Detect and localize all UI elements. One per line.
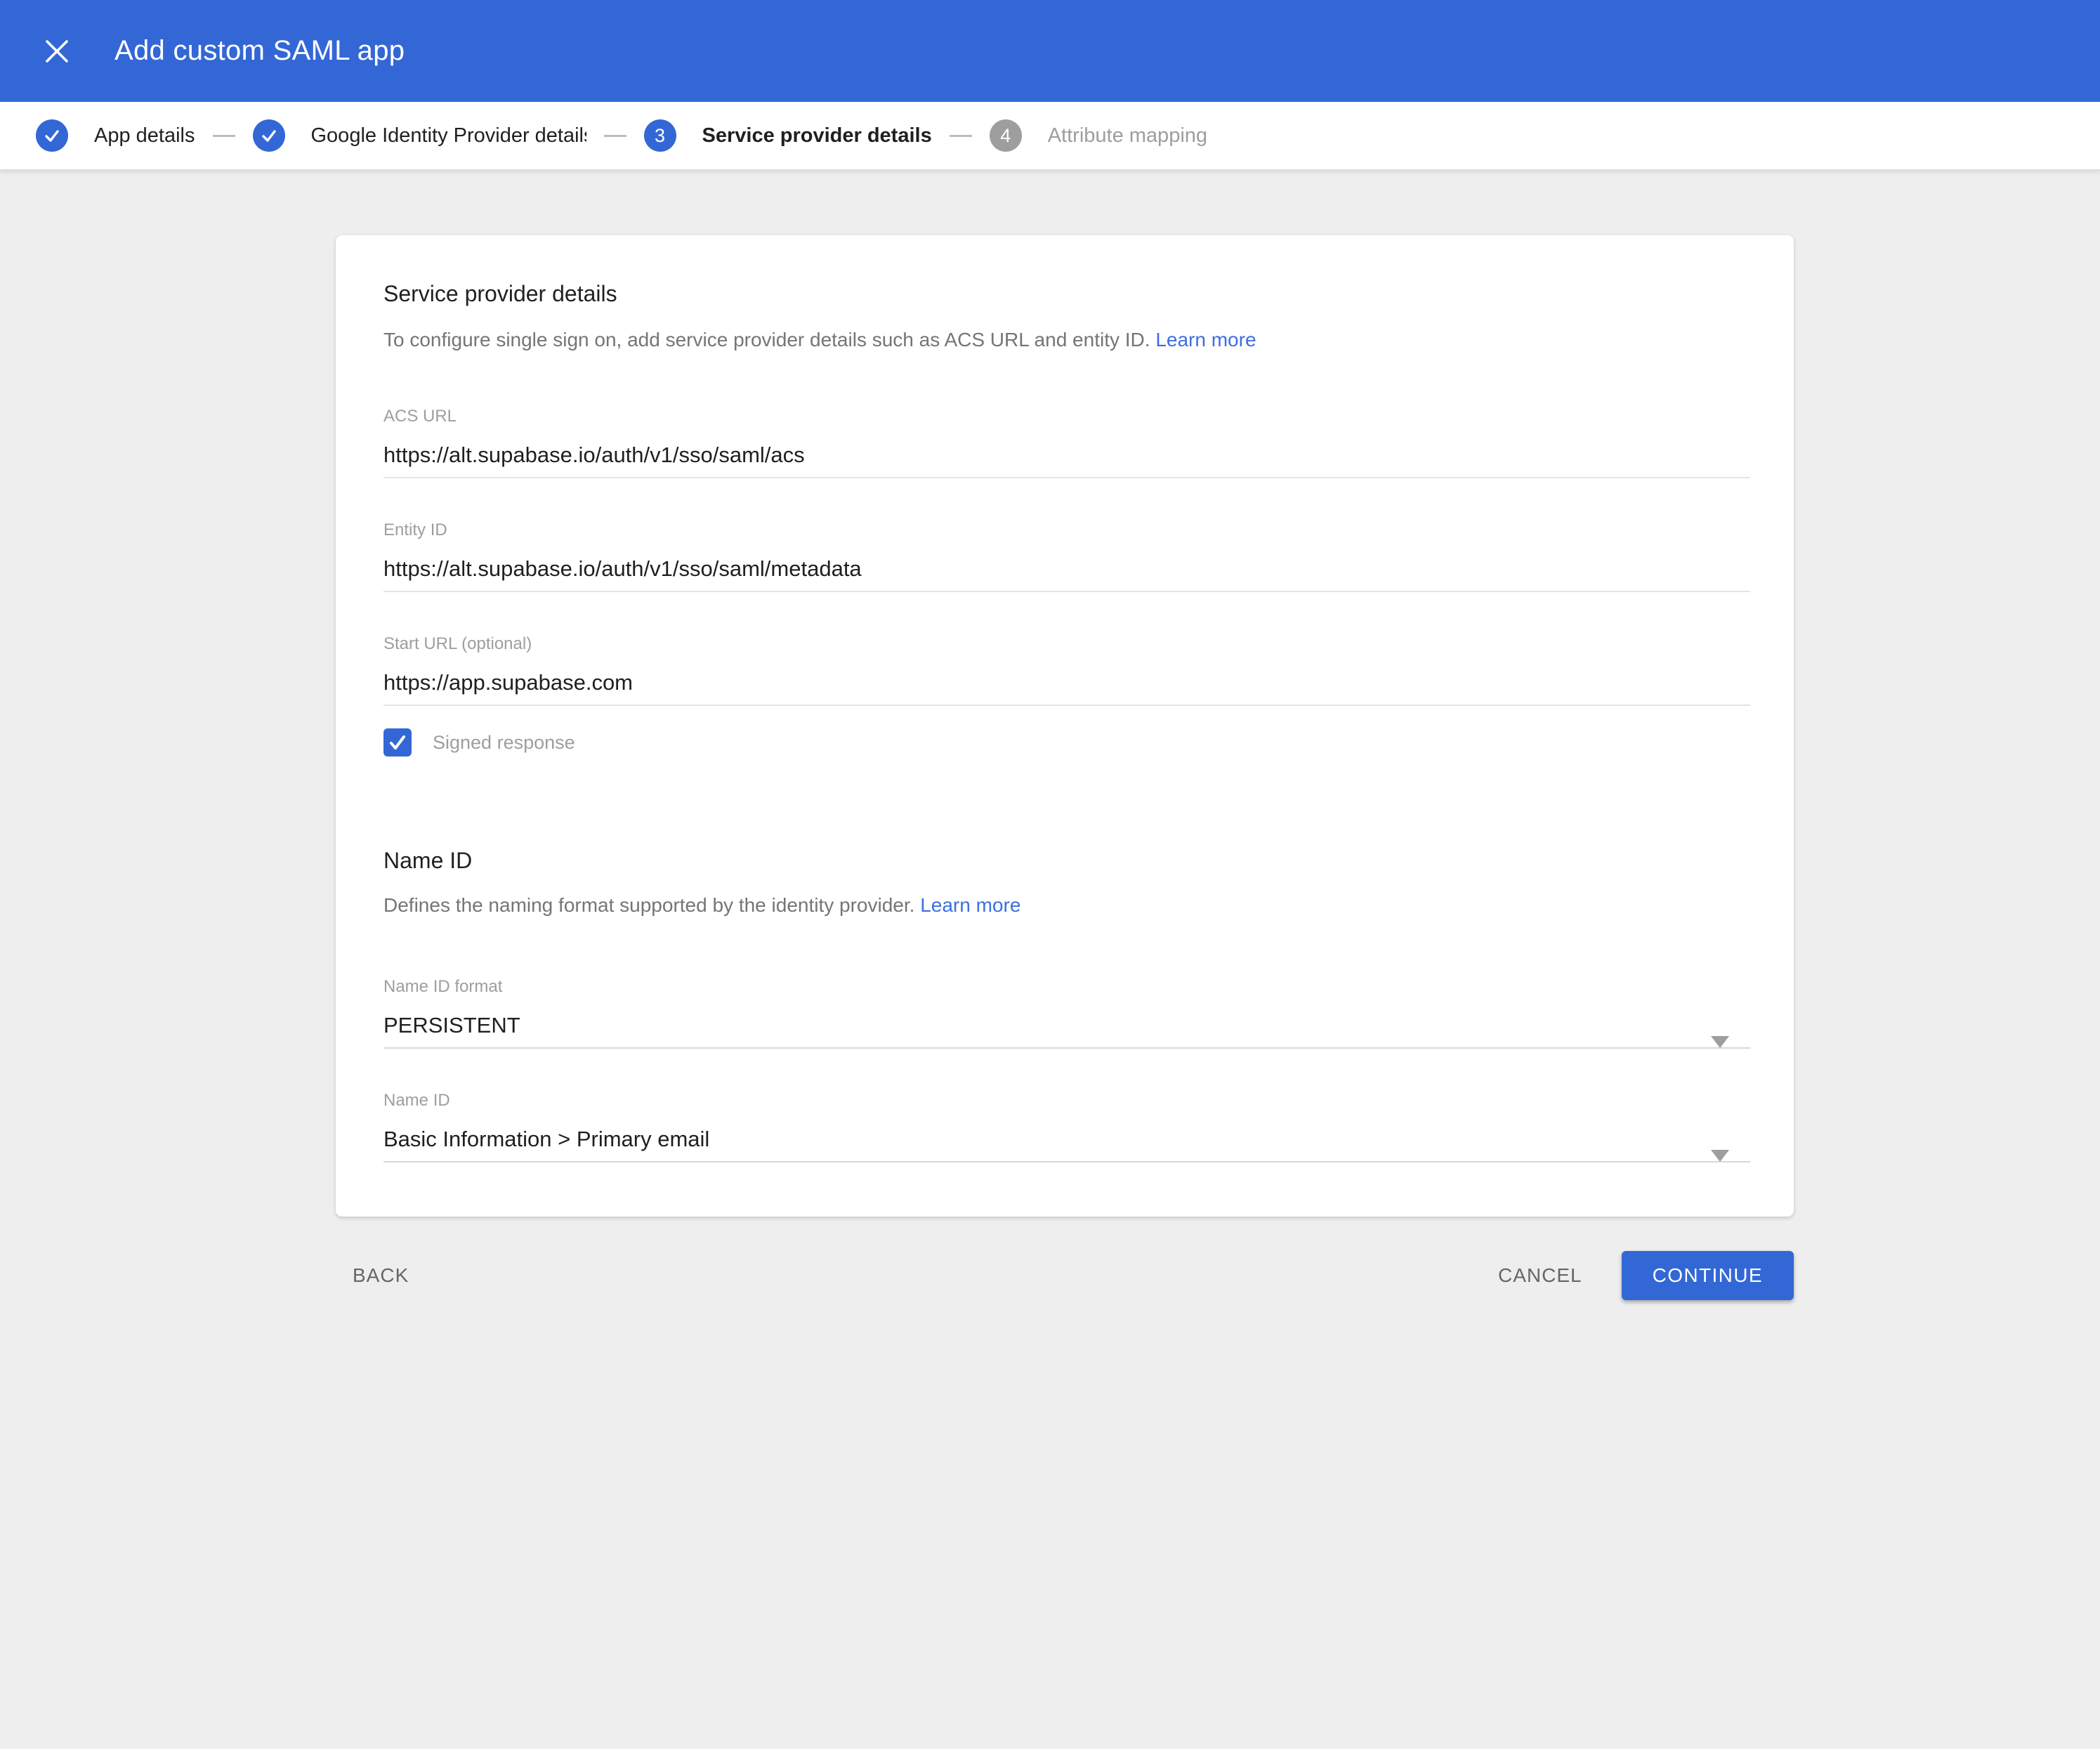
acs-url-input[interactable]: https://alt.supabase.io/auth/v1/sso/saml… xyxy=(383,442,1750,469)
wizard-stepper: App details Google Identity Provider det… xyxy=(0,102,2100,171)
field-underline xyxy=(383,1161,1750,1162)
name-id-format-label: Name ID format xyxy=(383,978,1750,995)
signed-response-checkbox[interactable] xyxy=(383,728,412,756)
start-url-label: Start URL (optional) xyxy=(383,636,1750,653)
name-id-label: Name ID xyxy=(383,1092,1750,1109)
check-icon xyxy=(261,127,277,144)
start-url-field: Start URL (optional) https://app.supabas… xyxy=(383,636,1750,706)
check-icon xyxy=(44,127,60,144)
dropdown-arrow-icon[interactable] xyxy=(1711,1150,1729,1162)
name-id-description-text: Defines the naming format supported by t… xyxy=(383,894,914,916)
step-service-provider-details: 3 Service provider details xyxy=(644,119,932,152)
back-button[interactable]: BACK xyxy=(336,1250,426,1301)
step-3-label: Service provider details xyxy=(702,124,932,148)
name-id-section-title: Name ID xyxy=(383,847,1750,874)
close-button[interactable] xyxy=(36,30,78,72)
dialog-title: Add custom SAML app xyxy=(114,35,405,67)
signed-response-label: Signed response xyxy=(433,732,575,754)
cancel-button[interactable]: CANCEL xyxy=(1481,1250,1599,1301)
step-2-circle xyxy=(253,119,285,152)
entity-id-label: Entity ID xyxy=(383,522,1750,539)
name-id-value[interactable]: Basic Information > Primary email xyxy=(383,1126,1750,1153)
field-underline xyxy=(383,591,1750,592)
step-4-label: Attribute mapping xyxy=(1048,124,1207,148)
learn-more-link[interactable]: Learn more xyxy=(920,894,1021,916)
step-1-label: App details xyxy=(94,124,195,148)
name-id-format-select[interactable]: Name ID format PERSISTENT xyxy=(383,978,1750,1049)
step-attribute-mapping: 4 Attribute mapping xyxy=(990,119,1207,152)
card-title: Service provider details xyxy=(383,280,1750,307)
name-id-select[interactable]: Name ID Basic Information > Primary emai… xyxy=(383,1092,1750,1162)
step-connector xyxy=(213,135,235,137)
start-url-input[interactable]: https://app.supabase.com xyxy=(383,669,1750,696)
step-3-circle: 3 xyxy=(644,119,676,152)
close-icon xyxy=(44,38,70,65)
step-connector xyxy=(604,135,626,137)
signed-response-row: Signed response xyxy=(383,728,1750,756)
field-underline xyxy=(383,1047,1750,1049)
step-2-label: Google Identity Provider details xyxy=(311,124,586,148)
field-underline xyxy=(383,477,1750,478)
step-google-idp-details: Google Identity Provider details xyxy=(253,119,586,152)
name-id-section-description: Defines the naming format supported by t… xyxy=(383,893,1750,917)
acs-url-field: ACS URL https://alt.supabase.io/auth/v1/… xyxy=(383,408,1750,478)
card-description: To configure single sign on, add service… xyxy=(383,328,1750,352)
step-1-circle xyxy=(36,119,68,152)
checkmark-icon xyxy=(387,732,408,753)
card-description-text: To configure single sign on, add service… xyxy=(383,329,1150,351)
wizard-footer: BACK CANCEL CONTINUE xyxy=(336,1250,1794,1301)
name-id-format-value[interactable]: PERSISTENT xyxy=(383,1012,1750,1039)
field-underline xyxy=(383,705,1750,706)
step-4-circle: 4 xyxy=(990,119,1022,152)
continue-button[interactable]: CONTINUE xyxy=(1622,1251,1794,1300)
entity-id-input[interactable]: https://alt.supabase.io/auth/v1/sso/saml… xyxy=(383,556,1750,582)
entity-id-field: Entity ID https://alt.supabase.io/auth/v… xyxy=(383,522,1750,592)
step-app-details: App details xyxy=(36,119,195,152)
acs-url-label: ACS URL xyxy=(383,408,1750,425)
learn-more-link[interactable]: Learn more xyxy=(1155,329,1256,351)
step-connector xyxy=(950,135,972,137)
service-provider-details-card: Service provider details To configure si… xyxy=(336,235,1794,1217)
dialog-header: Add custom SAML app xyxy=(0,0,2100,102)
dropdown-arrow-icon[interactable] xyxy=(1711,1036,1729,1048)
